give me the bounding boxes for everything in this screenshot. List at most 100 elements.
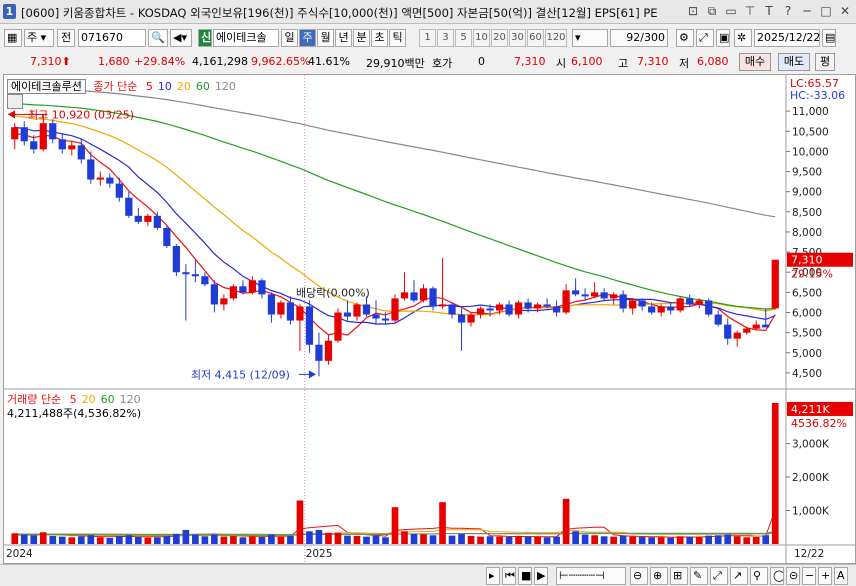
layout-icon[interactable]: ▦ — [4, 29, 22, 47]
stock-type-select[interactable]: 주 ▾ — [24, 29, 54, 47]
play-icon[interactable]: ▶ — [534, 567, 548, 585]
interval-select[interactable]: ▾ — [572, 29, 608, 47]
minus-icon[interactable]: − — [802, 567, 816, 585]
candle-body — [391, 298, 399, 321]
current-pct-tag: 29.15% — [791, 268, 833, 281]
candle-body — [172, 246, 180, 273]
interval-button[interactable]: 10 — [473, 29, 490, 47]
new-stock-badge: 신 — [198, 29, 212, 47]
zoom-out-small-icon[interactable]: ⊝ — [786, 567, 800, 585]
interval-button[interactable]: 20 — [491, 29, 508, 47]
eval-button[interactable]: 평 — [815, 53, 835, 71]
crosshair-icon[interactable]: ⊞ — [670, 567, 688, 585]
interval-button[interactable]: 60 — [527, 29, 544, 47]
volume-pct-tag: 4536.82% — [791, 417, 847, 430]
close-icon[interactable]: ✕ — [838, 3, 852, 19]
date-input[interactable]: 2025/12/22 — [754, 29, 820, 47]
chart-area[interactable]: 11,000 10,500 10,000 9,500 9,000 8,500 8,000 7,… — [3, 74, 856, 564]
period-tab[interactable]: 일 — [281, 29, 298, 47]
candle-body — [467, 314, 475, 323]
y-tick-label: 4,500 — [792, 368, 822, 380]
trend-icon[interactable]: ↗ — [730, 567, 748, 585]
low-value: 6,080 — [697, 55, 729, 68]
period-tab[interactable]: 주 — [299, 29, 316, 47]
interval-button[interactable]: 5 — [455, 29, 472, 47]
zoom-in-icon[interactable]: ⊕ — [650, 567, 668, 585]
volume-bar — [372, 535, 380, 544]
stock-name-field[interactable]: 에이테크솔 — [213, 29, 279, 47]
search-icon[interactable]: 🔍 — [148, 29, 168, 47]
font-size-icon[interactable]: A — [834, 567, 848, 585]
buy-button[interactable]: 매수 — [739, 53, 771, 71]
interval-button[interactable]: 30 — [509, 29, 526, 47]
maximize-icon[interactable]: □ — [819, 3, 833, 19]
volume-bar — [524, 536, 532, 544]
zoom-slider[interactable]: ⊢┄┄┄┄⊣ — [556, 567, 626, 585]
prev-button[interactable]: 전 — [57, 29, 75, 47]
speaker-icon[interactable]: ◀▾ — [170, 29, 192, 47]
volume-bar — [306, 531, 313, 544]
period-tab[interactable]: 틱 — [389, 29, 406, 47]
period-tab[interactable]: 초 — [371, 29, 388, 47]
table-icon[interactable] — [7, 94, 23, 109]
calendar-icon[interactable]: ▤ — [822, 29, 836, 47]
candle-body — [486, 308, 494, 311]
help-icon[interactable]: ? — [781, 3, 795, 19]
text-icon[interactable]: T — [762, 3, 776, 19]
draw-icon[interactable]: ✎ — [690, 567, 708, 585]
candle-body — [20, 127, 28, 142]
zoom-out-icon[interactable]: ⊖ — [630, 567, 648, 585]
volume-bar — [220, 536, 228, 544]
candle-body — [49, 123, 57, 140]
candle-body — [572, 290, 580, 295]
volume-bar — [296, 500, 304, 544]
save-icon[interactable]: ▣ — [716, 29, 730, 47]
volume-bar — [144, 537, 152, 544]
volume-bar — [743, 537, 751, 544]
pin-icon[interactable]: ⊤ — [743, 3, 757, 19]
link-window-icon[interactable]: ⊡ — [686, 3, 700, 19]
volume-tag: 4,211K — [791, 403, 830, 416]
volume-bar — [553, 536, 560, 544]
volume-bar — [230, 535, 237, 544]
period-tab[interactable]: 분 — [353, 29, 370, 47]
sell-button[interactable]: 매도 — [778, 53, 810, 71]
volume-bar — [401, 531, 408, 544]
candle-body — [600, 292, 608, 299]
plus-icon[interactable]: + — [818, 567, 832, 585]
stock-code-input[interactable]: 071670 — [78, 29, 146, 47]
volume-bar — [686, 536, 694, 544]
candle-body — [134, 215, 142, 222]
candle-body — [163, 227, 171, 247]
interval-button[interactable]: 3 — [437, 29, 454, 47]
scroll-right-icon[interactable]: ▸ — [486, 567, 500, 585]
y-tick-label: 11,000 — [792, 106, 829, 118]
circle-icon[interactable]: ◯ — [770, 567, 784, 585]
volume-bar — [572, 531, 579, 544]
volume-bar — [448, 535, 456, 544]
period-tab[interactable]: 월 — [317, 29, 334, 47]
interval-button[interactable]: 120 — [545, 29, 567, 47]
low-arrow-icon — [308, 370, 316, 379]
candle-body — [457, 314, 466, 323]
stop-icon[interactable]: ■ — [518, 567, 532, 585]
search-chart-icon[interactable]: ⚲ — [750, 567, 768, 585]
chart-svg[interactable]: 11,000 10,500 10,000 9,500 9,000 8,500 8,000 7,… — [4, 75, 855, 563]
volume-bar — [543, 537, 551, 544]
interval-button[interactable]: 1 — [419, 29, 436, 47]
period-tab[interactable]: 년 — [335, 29, 352, 47]
step-back-icon[interactable]: ⏮ — [502, 567, 516, 585]
settings-icon[interactable]: ⚙ — [676, 29, 694, 47]
volume-bar — [733, 536, 741, 544]
volume-bar — [106, 537, 114, 544]
copy-window-icon[interactable]: ⧉ — [705, 3, 719, 19]
stock-label[interactable]: 에이테크솔루션 — [7, 79, 86, 94]
minimize-icon[interactable]: ─ — [800, 3, 814, 19]
line-icon[interactable]: ⤢ — [710, 567, 728, 585]
gear-icon[interactable]: ✲ — [734, 29, 752, 47]
candle-body — [591, 292, 599, 297]
count-display[interactable]: 92/300 — [610, 29, 668, 47]
candle-body — [438, 304, 447, 307]
chart-type-icon[interactable]: ⤢ — [696, 29, 714, 47]
split-window-icon[interactable]: ▭ — [724, 3, 738, 19]
